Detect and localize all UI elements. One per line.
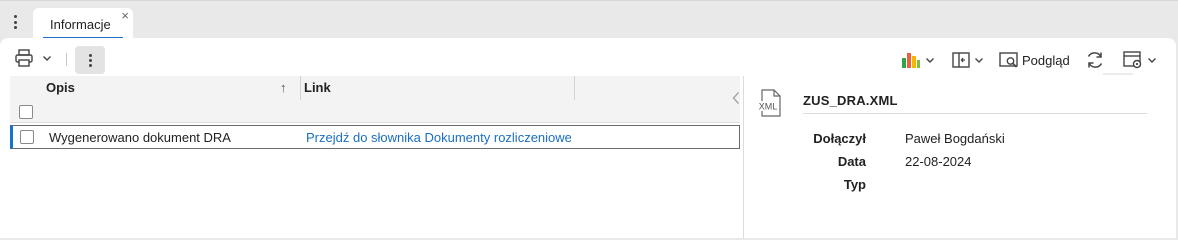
row-checkbox[interactable] [20,130,34,144]
field-label-data: Data [837,154,866,169]
layout-icon [952,52,970,68]
sort-asc-icon[interactable]: ↑ [280,80,287,95]
data-grid: Opis ↑ Link Wygenerowano dokument DRA Pr… [10,76,740,238]
column-divider[interactable] [300,76,301,100]
field-label-dolaczyl: Dołączył [813,131,866,146]
row-opis: Wygenerowano dokument DRA [49,130,231,145]
tab-informacje[interactable]: Informacje × [33,8,133,41]
settings-button[interactable] [1122,50,1157,70]
chart-button[interactable] [900,50,935,70]
grid-header: Opis ↑ Link [10,76,740,123]
refresh-icon [1087,52,1103,68]
xml-file-icon-label: XML [759,102,778,112]
xml-file-icon: XML [757,89,781,117]
collapse-left-icon[interactable] [732,91,740,105]
toolbar-separator [66,53,67,66]
scroll-indicator [1103,73,1133,75]
column-divider[interactable] [574,76,575,100]
more-actions-button[interactable] [75,46,105,74]
divider [803,113,1147,114]
print-button[interactable] [14,48,52,68]
field-label-typ: Typ [843,177,866,192]
layout-button[interactable] [951,50,984,70]
tab-strip: Informacje × [0,0,1178,41]
field-value-dolaczyl: Paweł Bogdański [905,131,1005,146]
preview-icon [999,52,1018,68]
table-row[interactable]: Wygenerowano dokument DRA Przejdź do sło… [10,125,740,149]
main-panel: Podgląd Opis ↑ Link Wygenerowano dokumen… [0,38,1176,238]
chevron-down-icon [43,56,51,61]
select-all-checkbox[interactable] [19,105,33,119]
preview-button[interactable]: Podgląd [998,50,1070,70]
close-icon[interactable]: × [121,9,129,22]
file-name: ZUS_DRA.XML [803,93,898,108]
column-header-link[interactable]: Link [304,76,574,100]
chart-icon [902,53,920,68]
settings-icon [1123,51,1142,69]
tab-label: Informacje [50,17,111,32]
chevron-down-icon [926,58,934,63]
pane-divider[interactable] [743,76,744,238]
column-header-opis[interactable]: Opis [46,76,300,100]
refresh-button[interactable] [1084,49,1106,71]
chevron-down-icon [975,58,983,63]
field-value-data: 22-08-2024 [905,154,972,169]
more-vertical-icon[interactable] [8,13,22,31]
chevron-down-icon [1148,58,1156,63]
preview-label: Podgląd [1022,52,1070,68]
print-icon [15,49,33,67]
row-link[interactable]: Przejdź do słownika Dokumenty rozliczeni… [306,130,571,145]
